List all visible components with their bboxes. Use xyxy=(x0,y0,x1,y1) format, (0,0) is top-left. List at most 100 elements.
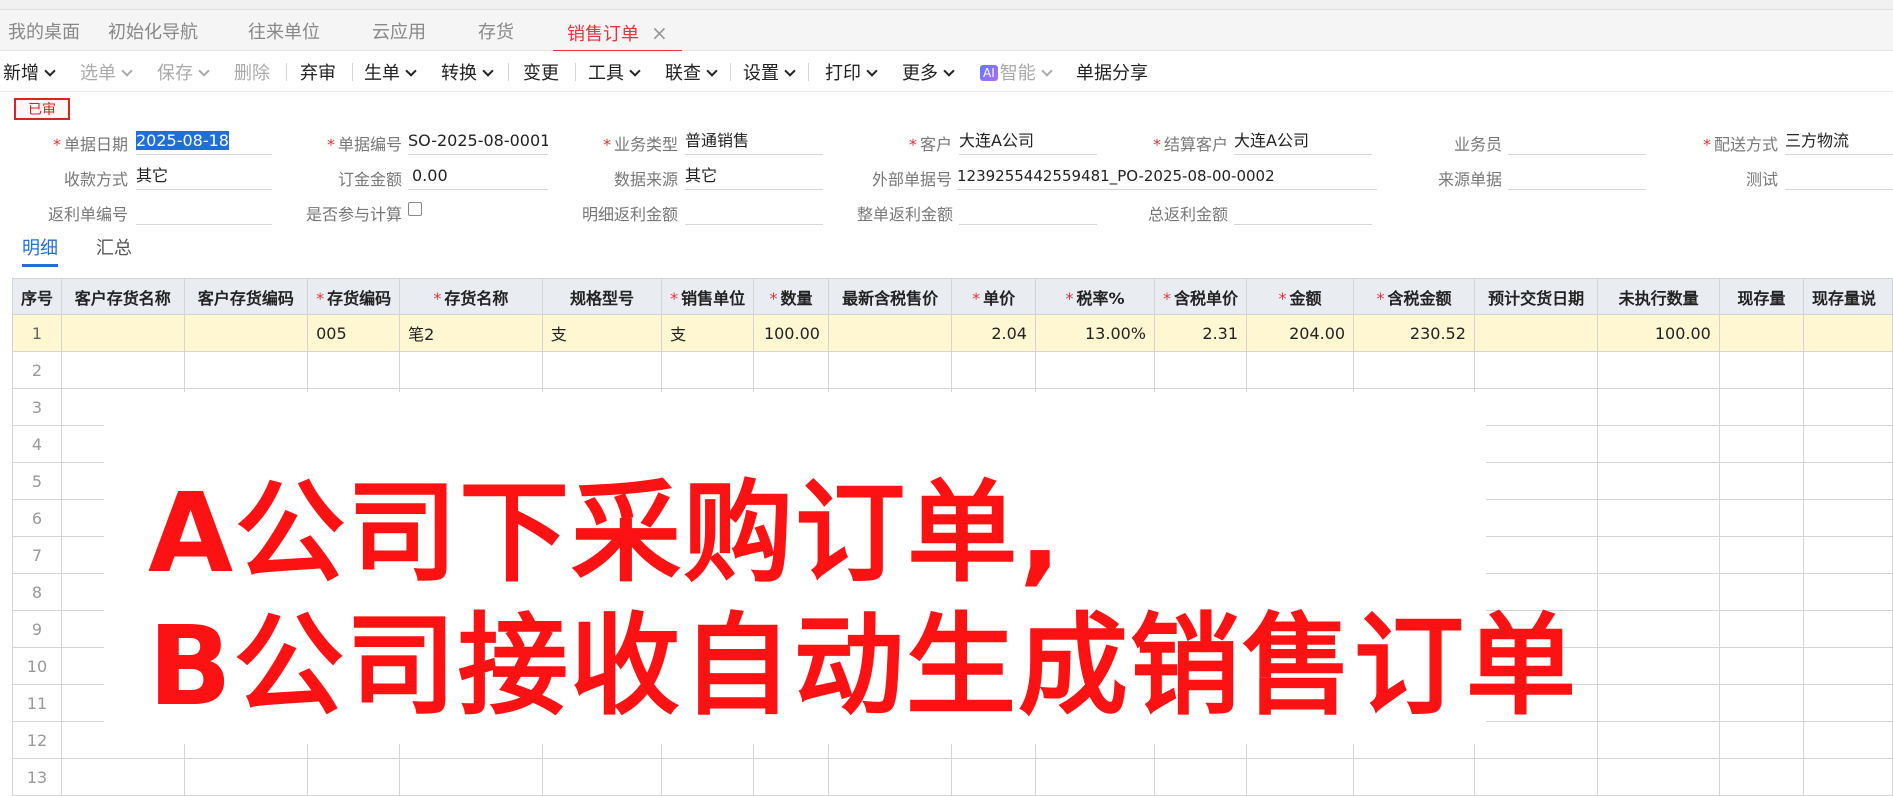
close-icon[interactable]: × xyxy=(651,21,668,45)
table-cell[interactable] xyxy=(1803,388,1893,426)
table-cell[interactable] xyxy=(827,314,953,352)
deposit-field[interactable]: 0.00 xyxy=(408,163,548,190)
table-cell[interactable]: 2.04 xyxy=(951,314,1036,352)
table-cell[interactable] xyxy=(1597,499,1720,537)
table-cell[interactable] xyxy=(1597,462,1720,500)
table-cell[interactable] xyxy=(1473,499,1599,537)
table-cell[interactable] xyxy=(1473,351,1599,389)
source-field[interactable]: 其它 xyxy=(685,163,823,190)
col-header[interactable]: 预计交货日期 xyxy=(1473,278,1599,315)
table-cell[interactable] xyxy=(1154,351,1248,389)
change-button[interactable]: 变更 xyxy=(523,59,559,85)
table-cell[interactable] xyxy=(1473,388,1599,426)
tools-button[interactable]: 工具 xyxy=(588,59,641,85)
tab-inventory[interactable]: 存货 xyxy=(478,20,514,50)
table-cell[interactable] xyxy=(1597,351,1720,389)
tab-summary[interactable]: 汇总 xyxy=(96,234,132,260)
table-cell[interactable] xyxy=(1597,388,1720,426)
col-header[interactable]: 最新含税售价 xyxy=(827,278,953,315)
table-cell[interactable] xyxy=(1718,536,1805,574)
table-cell[interactable]: 笔2 xyxy=(399,314,543,352)
tab-init-nav[interactable]: 初始化导航 xyxy=(108,20,198,50)
table-cell[interactable] xyxy=(183,314,309,352)
col-header[interactable]: * 单价 xyxy=(951,278,1036,315)
calc-checkbox[interactable] xyxy=(408,202,422,216)
table-cell[interactable] xyxy=(1353,351,1475,389)
table-cell[interactable] xyxy=(1473,314,1599,352)
table-cell[interactable] xyxy=(1718,721,1805,759)
col-header[interactable]: * 金额 xyxy=(1246,278,1355,315)
table-cell[interactable] xyxy=(1473,425,1599,463)
table-cell[interactable]: 13.00% xyxy=(1034,314,1156,352)
test-field[interactable] xyxy=(1785,163,1893,190)
table-cell[interactable] xyxy=(1803,462,1893,500)
col-header[interactable]: * 税率% xyxy=(1034,278,1156,315)
table-cell[interactable] xyxy=(1803,314,1893,352)
table-cell[interactable]: 100.00 xyxy=(753,314,829,352)
col-header[interactable]: 现存量说 xyxy=(1803,278,1893,315)
table-cell[interactable] xyxy=(1803,647,1893,685)
more-button[interactable]: 更多 xyxy=(902,59,955,85)
biztype-field[interactable]: 普通销售 xyxy=(685,128,823,155)
unapprove-button[interactable]: 弃审 xyxy=(300,59,336,85)
payment-field[interactable]: 其它 xyxy=(136,163,272,190)
table-cell[interactable] xyxy=(1718,314,1805,352)
ai-smart-button[interactable]: AI 智能 xyxy=(980,59,1053,85)
col-header[interactable]: 未执行数量 xyxy=(1597,278,1720,315)
external-no-field[interactable]: 1239255442559481_PO-2025-08-00-0002 xyxy=(957,163,1377,190)
table-cell[interactable] xyxy=(661,351,755,389)
table-cell[interactable]: 204.00 xyxy=(1246,314,1355,352)
table-cell[interactable] xyxy=(753,351,829,389)
col-header[interactable]: * 存货编码 xyxy=(307,278,401,315)
table-cell[interactable] xyxy=(1473,462,1599,500)
table-cell[interactable] xyxy=(1803,610,1893,648)
table-cell[interactable]: 支 xyxy=(661,314,755,352)
table-cell[interactable] xyxy=(1803,573,1893,611)
table-cell[interactable] xyxy=(1718,610,1805,648)
table-cell[interactable] xyxy=(1246,351,1355,389)
table-cell[interactable] xyxy=(1597,536,1720,574)
table-cell[interactable] xyxy=(183,351,309,389)
table-cell[interactable]: 230.52 xyxy=(1353,314,1475,352)
save-button[interactable]: 保存 xyxy=(157,59,210,85)
table-cell[interactable] xyxy=(1718,425,1805,463)
col-header[interactable]: 序号 xyxy=(11,278,63,315)
table-cell[interactable] xyxy=(1803,425,1893,463)
share-doc-button[interactable]: 单据分享 xyxy=(1076,59,1148,85)
convert-button[interactable]: 转换 xyxy=(441,59,494,85)
total-rebate-field[interactable] xyxy=(1234,198,1372,225)
code-field[interactable]: SO-2025-08-0001 xyxy=(408,128,548,155)
col-header[interactable]: * 数量 xyxy=(753,278,829,315)
col-header[interactable]: 客户存货名称 xyxy=(61,278,185,315)
table-cell[interactable] xyxy=(1718,573,1805,611)
tab-detail[interactable]: 明细 xyxy=(22,234,58,267)
settings-button[interactable]: 设置 xyxy=(743,59,796,85)
col-header[interactable]: 客户存货编码 xyxy=(183,278,309,315)
customer-field[interactable]: 大连A公司 xyxy=(959,128,1097,155)
table-cell[interactable] xyxy=(1718,388,1805,426)
table-cell[interactable] xyxy=(1803,536,1893,574)
col-header[interactable]: * 销售单位 xyxy=(661,278,755,315)
table-row[interactable]: 2 xyxy=(11,351,1893,389)
table-cell[interactable]: 2.31 xyxy=(1154,314,1248,352)
generate-button[interactable]: 生单 xyxy=(364,59,417,85)
table-cell[interactable] xyxy=(1597,684,1720,722)
table-cell[interactable] xyxy=(61,314,185,352)
tab-partners[interactable]: 往来单位 xyxy=(248,20,320,50)
table-cell[interactable] xyxy=(1718,684,1805,722)
col-header[interactable]: * 存货名称 xyxy=(399,278,543,315)
settle-customer-field[interactable]: 大连A公司 xyxy=(1234,128,1372,155)
table-cell[interactable]: 支 xyxy=(541,314,663,352)
table-cell[interactable] xyxy=(61,351,185,389)
col-header[interactable]: 规格型号 xyxy=(541,278,663,315)
query-button[interactable]: 联查 xyxy=(665,59,718,85)
table-cell[interactable] xyxy=(1597,647,1720,685)
table-row[interactable]: 1 005 笔2 支 支 100.00 2.04 13.00% 2.31 204… xyxy=(11,314,1893,352)
salesman-field[interactable] xyxy=(1508,128,1646,155)
col-header[interactable]: * 含税金额 xyxy=(1353,278,1475,315)
table-cell[interactable] xyxy=(1718,647,1805,685)
whole-rebate-field[interactable] xyxy=(959,198,1097,225)
table-cell[interactable] xyxy=(1597,721,1720,759)
tab-sales-order[interactable]: 销售订单 × xyxy=(553,20,682,53)
table-cell[interactable]: 005 xyxy=(307,314,401,352)
